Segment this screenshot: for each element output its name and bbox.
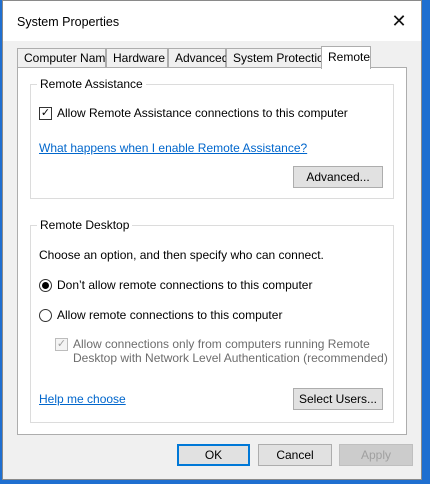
system-properties-window: System Properties ✕ Computer Name Hardwa… bbox=[2, 0, 422, 480]
remote-assistance-heading: Remote Assistance bbox=[37, 77, 146, 91]
remote-desktop-group: Remote Desktop Choose an option, and the… bbox=[30, 218, 394, 423]
allow-remote-assistance-label: Allow Remote Assistance connections to t… bbox=[57, 106, 348, 120]
remote-desktop-instruction: Choose an option, and then specify who c… bbox=[39, 248, 324, 262]
ok-button[interactable]: OK bbox=[177, 444, 250, 466]
nla-label-line1: Allow connections only from computers ru… bbox=[73, 337, 370, 351]
checkmark-icon: ✓ bbox=[40, 106, 51, 119]
remote-assistance-group: Remote Assistance ✓ Allow Remote Assista… bbox=[30, 77, 394, 199]
help-me-choose-link[interactable]: Help me choose bbox=[39, 392, 126, 406]
title-bar: System Properties ✕ bbox=[3, 1, 421, 41]
advanced-button[interactable]: Advanced... bbox=[293, 166, 383, 188]
tab-advanced[interactable]: Advanced bbox=[168, 48, 228, 68]
select-users-button[interactable]: Select Users... bbox=[293, 388, 383, 410]
cancel-button[interactable]: Cancel bbox=[258, 444, 332, 466]
window-title: System Properties bbox=[17, 15, 120, 29]
tab-system-protection[interactable]: System Protection bbox=[226, 48, 330, 68]
dont-allow-remote-label: Don’t allow remote connections to this c… bbox=[57, 278, 313, 292]
radio-unselected-icon[interactable] bbox=[39, 308, 52, 322]
allow-remote-assistance-checkbox[interactable]: ✓ Allow Remote Assistance connections to… bbox=[39, 106, 348, 120]
remote-tab-panel: Remote Assistance ✓ Allow Remote Assista… bbox=[17, 67, 407, 435]
allow-remote-label: Allow remote connections to this compute… bbox=[57, 308, 283, 322]
close-button[interactable]: ✕ bbox=[377, 1, 421, 41]
tab-computer-name[interactable]: Computer Name bbox=[17, 48, 112, 68]
dont-allow-remote-radio[interactable]: Don’t allow remote connections to this c… bbox=[39, 278, 312, 292]
checkmark-icon: ✓ bbox=[56, 338, 67, 350]
close-icon: ✕ bbox=[391, 10, 407, 31]
nla-checkbox[interactable]: ✓ Allow connections only from computers … bbox=[55, 337, 388, 365]
nla-label-line2: Desktop with Network Level Authenticatio… bbox=[73, 351, 388, 365]
apply-button[interactable]: Apply bbox=[339, 444, 413, 466]
checkbox-box[interactable]: ✓ bbox=[55, 338, 68, 351]
remote-assistance-help-link[interactable]: What happens when I enable Remote Assist… bbox=[39, 141, 307, 155]
checkbox-box[interactable]: ✓ bbox=[39, 106, 52, 120]
tab-hardware[interactable]: Hardware bbox=[106, 48, 168, 68]
allow-remote-radio[interactable]: Allow remote connections to this compute… bbox=[39, 308, 282, 322]
remote-desktop-heading: Remote Desktop bbox=[37, 218, 133, 232]
radio-selected-icon[interactable] bbox=[39, 278, 52, 292]
tab-remote[interactable]: Remote bbox=[321, 46, 371, 69]
